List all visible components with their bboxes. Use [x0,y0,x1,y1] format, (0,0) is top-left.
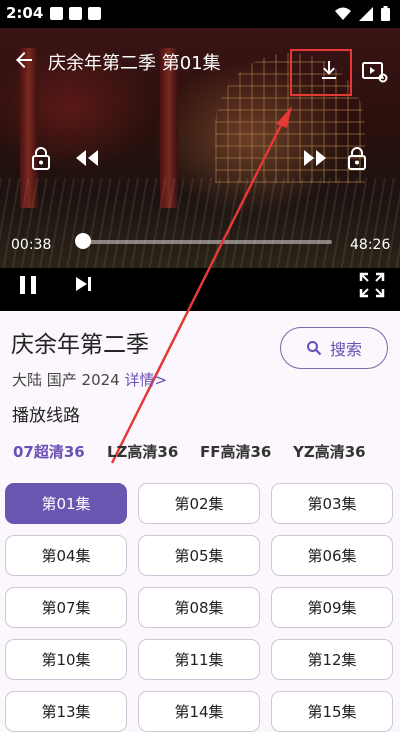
route-heading: 播放线路 [12,406,80,426]
episode-button[interactable]: 第06集 [271,535,393,576]
episode-button[interactable]: 第03集 [271,483,393,524]
episode-button[interactable]: 第14集 [138,691,260,732]
system-icons [335,6,390,21]
seek-bar[interactable] [80,240,332,244]
episode-button[interactable]: 第10集 [5,639,127,680]
lock-icon[interactable] [30,146,52,170]
app-notification-icon [69,7,82,20]
skip-next-icon[interactable] [74,275,94,293]
episode-button[interactable]: 第09集 [271,587,393,628]
scene-floor [0,178,400,268]
episode-button[interactable]: 第12集 [271,639,393,680]
current-time: 00:38 [11,237,52,253]
player-settings-icon[interactable] [362,60,388,84]
back-arrow-icon[interactable] [12,48,36,72]
detail-link[interactable]: 详情> [124,371,167,389]
search-icon [306,341,322,356]
fast-forward-icon[interactable] [302,148,328,168]
signal-icon [359,6,373,21]
episode-button[interactable]: 第08集 [138,587,260,628]
video-title: 庆余年第二季 第01集 [48,53,221,74]
episode-button[interactable]: 第05集 [138,535,260,576]
video-player[interactable]: 庆余年第二季 第01集 00:38 48:26 [0,28,400,311]
tab-source[interactable]: YZ高清36 [293,441,366,462]
image-notification-icon [50,7,63,20]
download-highlight-box [290,49,352,96]
player-bottom-bar [0,268,400,311]
wifi-icon [335,7,351,20]
episode-button[interactable]: 第02集 [138,483,260,524]
episode-button[interactable]: 第04集 [5,535,127,576]
episode-button[interactable]: 第13集 [5,691,127,732]
episode-button[interactable]: 第07集 [5,587,127,628]
search-button[interactable]: 搜索 [280,327,388,369]
source-tabs: 07超清36 LZ高清36 FF高清36 YZ高清36 [0,434,400,472]
square-notification-icon [88,7,101,20]
notification-icons [50,7,101,20]
episode-button[interactable]: 第15集 [271,691,393,732]
tab-source[interactable]: LZ高清36 [107,441,178,462]
lock-icon[interactable] [346,146,368,170]
status-bar: 2:04 [0,0,400,28]
pause-icon[interactable] [17,274,39,296]
tab-source[interactable]: FF高清36 [200,441,271,462]
tab-source[interactable]: 07超清36 [13,441,85,462]
episode-button[interactable]: 第11集 [138,639,260,680]
search-label: 搜索 [329,340,362,359]
status-time: 2:04 [6,4,44,22]
episode-button[interactable]: 第01集 [5,483,127,524]
show-meta: 大陆 国产 2024 详情> [12,369,167,390]
battery-icon [381,6,390,21]
total-time: 48:26 [350,237,391,253]
fullscreen-icon[interactable] [359,272,385,298]
show-meta-text: 大陆 国产 2024 [12,371,125,389]
rewind-icon[interactable] [74,148,100,168]
player-top-bar: 庆余年第二季 第01集 [0,28,400,96]
show-title: 庆余年第二季 [11,332,149,358]
